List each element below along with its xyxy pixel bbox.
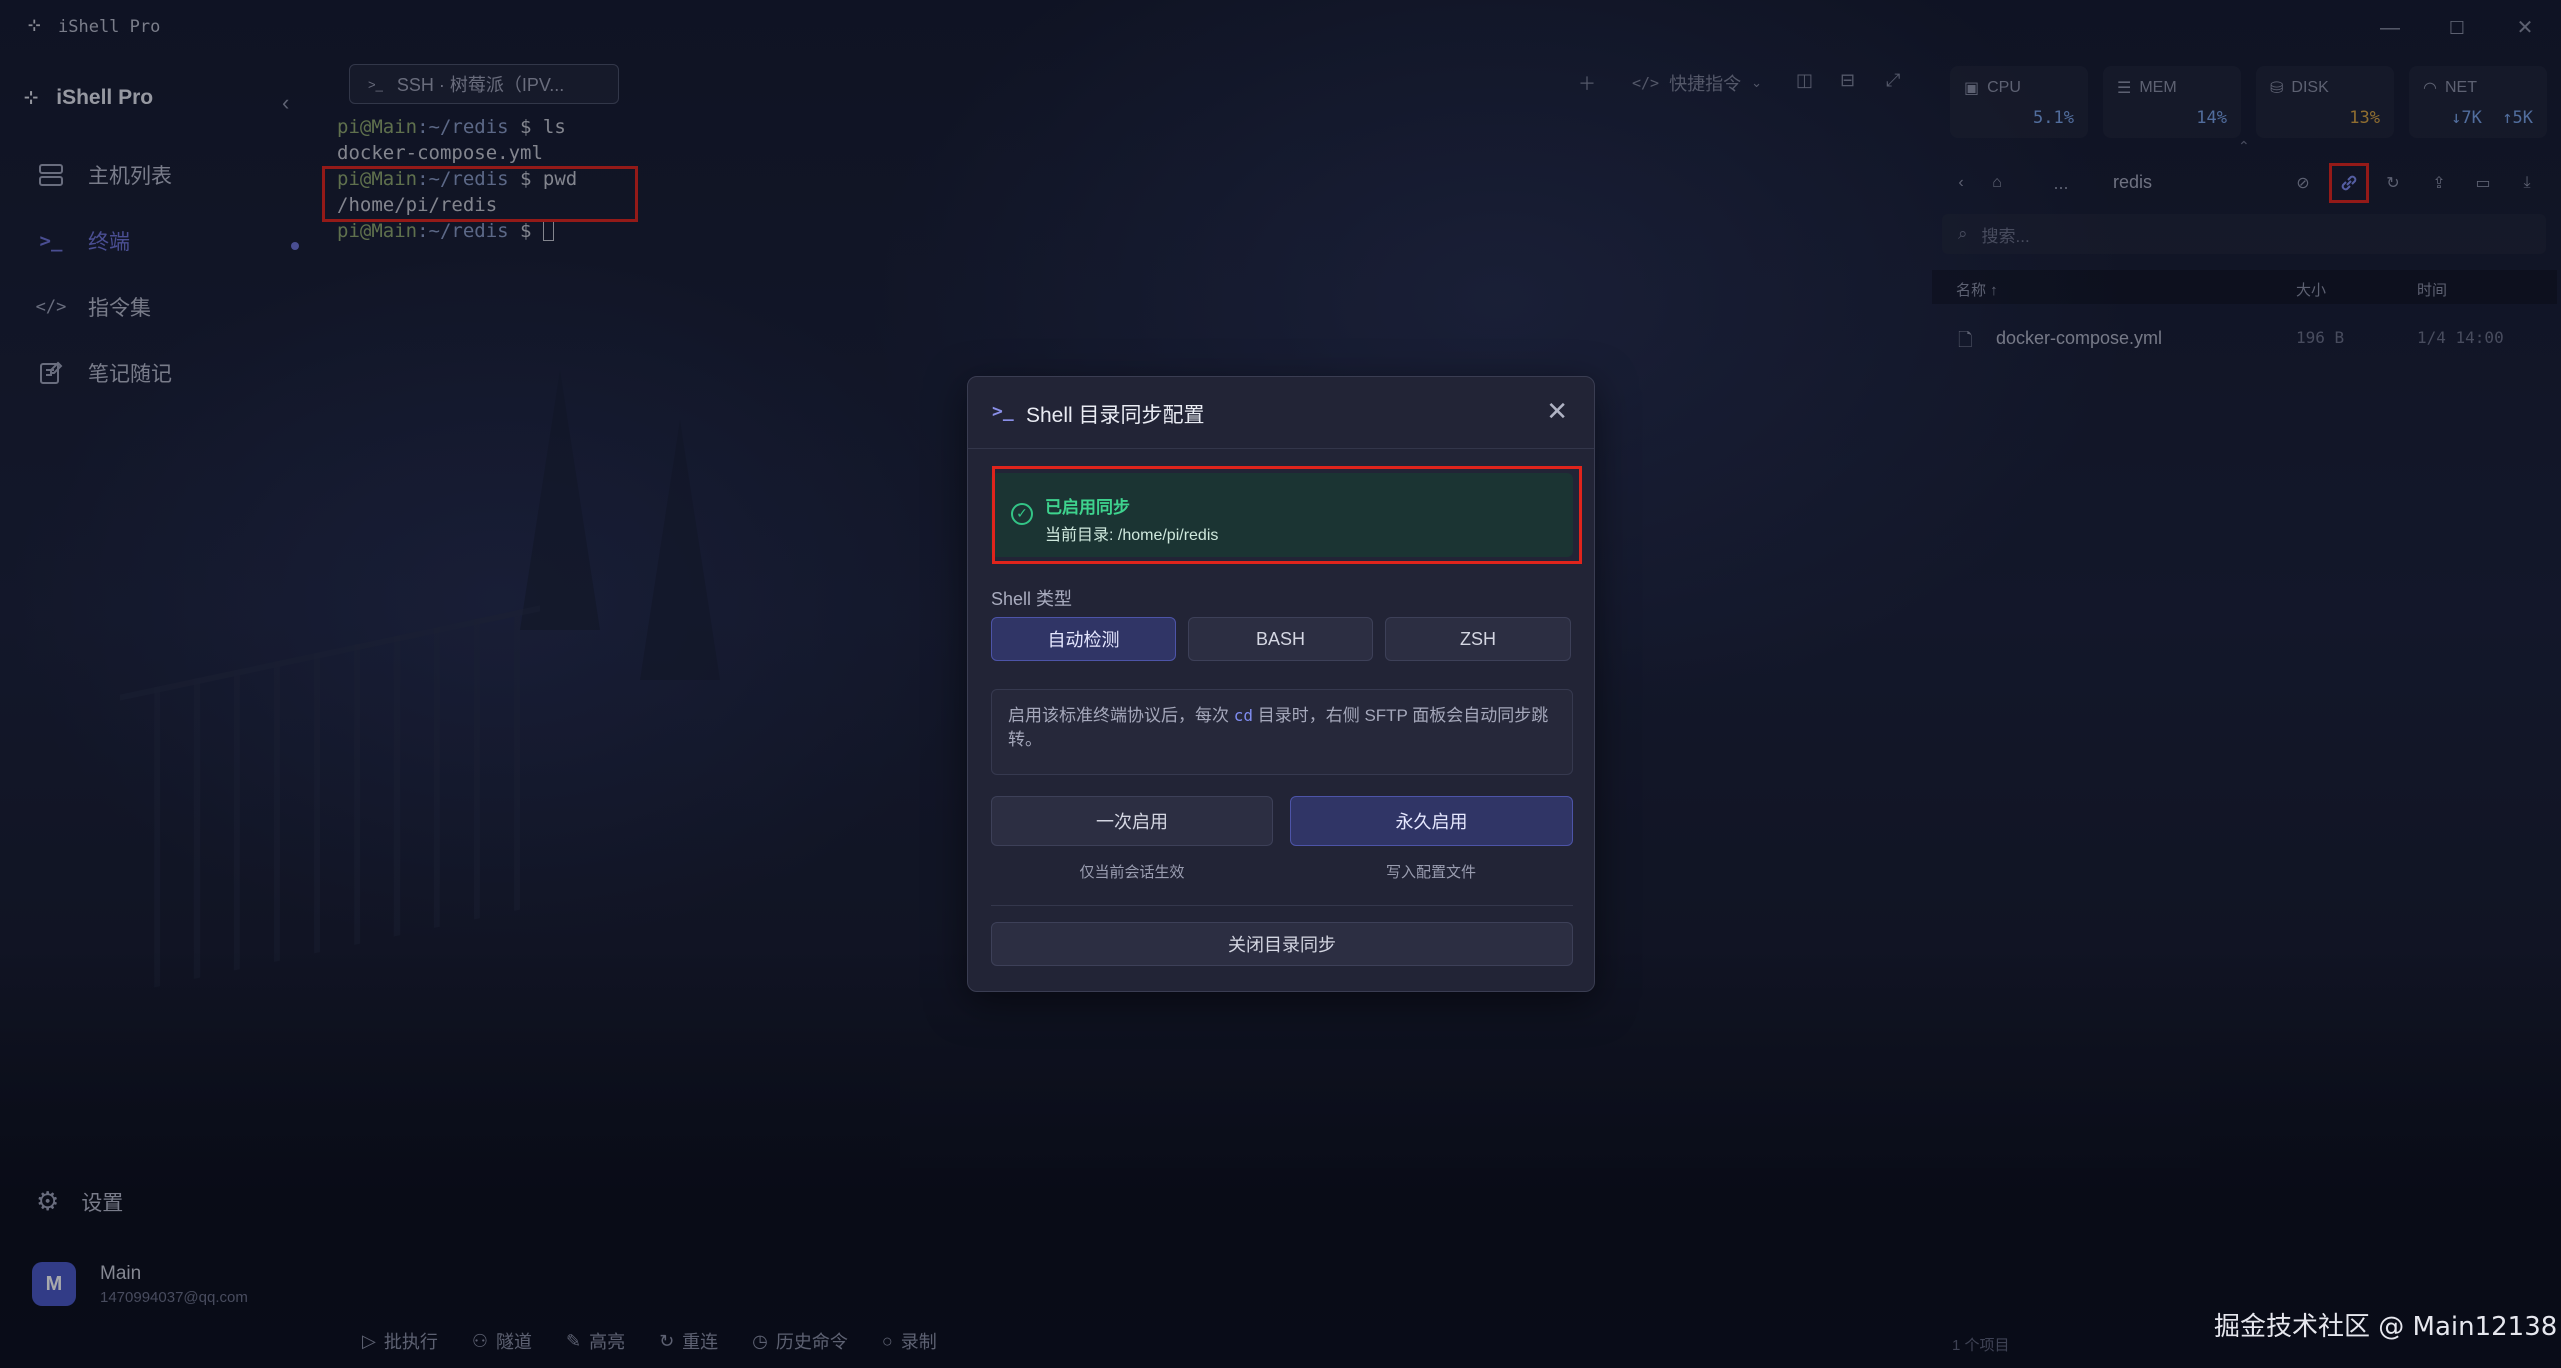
dialog-divider [991, 905, 1573, 906]
disable-sync-button[interactable]: 关闭目录同步 [991, 922, 1573, 966]
shell-type-zsh-button[interactable]: ZSH [1385, 617, 1571, 661]
terminal-icon: >_ [992, 401, 1014, 422]
enable-once-subtitle: 仅当前会话生效 [1079, 864, 1185, 881]
enable-permanent-button[interactable]: 永久启用 [1290, 796, 1573, 846]
close-icon[interactable]: ✕ [1546, 397, 1568, 425]
enable-once-button[interactable]: 一次启用 [991, 796, 1273, 846]
shell-type-auto-button[interactable]: 自动检测 [991, 617, 1176, 661]
watermark: 掘金技术社区 @ Main12138 [2214, 1312, 2558, 1342]
sync-info-text: 启用该标准终端协议后，每次 cd 目录时，右侧 SFTP 面板会自动同步跳转。 [991, 689, 1573, 775]
dialog-title: Shell 目录同步配置 [1026, 404, 1205, 427]
shell-type-label: Shell 类型 [991, 589, 1073, 609]
dialog-header: >_ Shell 目录同步配置 ✕ [968, 377, 1594, 449]
shell-type-bash-button[interactable]: BASH [1188, 617, 1373, 661]
highlight-box [992, 466, 1582, 564]
enable-permanent-subtitle: 写入配置文件 [1385, 864, 1476, 881]
